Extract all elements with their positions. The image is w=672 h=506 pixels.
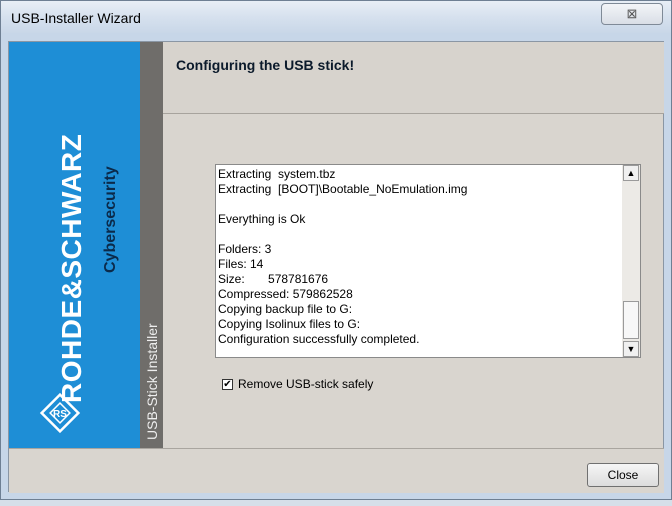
log-line: Everything is Ok (218, 212, 306, 226)
scroll-thumb[interactable] (623, 301, 639, 339)
wizard-header: Configuring the USB stick! (163, 42, 664, 114)
log-scrollbar[interactable]: ▲ ▼ (622, 165, 640, 357)
scroll-down-button[interactable]: ▼ (623, 341, 639, 357)
log-line: Copying backup file to G: (218, 302, 353, 316)
log-line: Extracting [BOOT]\Bootable_NoEmulation.i… (218, 182, 468, 196)
close-button-label: Close (607, 468, 639, 482)
arrow-down-icon: ▼ (626, 344, 636, 354)
strip-label: USB-Stick Installer (144, 323, 160, 440)
window-close-button[interactable]: ⊠ (601, 3, 663, 25)
page-title: Configuring the USB stick! (176, 57, 355, 73)
wizard-footer: Close (9, 448, 664, 493)
log-line: Extracting system.tbz (218, 167, 336, 181)
remove-usb-checkbox[interactable]: ✔ (222, 379, 233, 390)
close-icon: ⊠ (626, 6, 638, 21)
rs-logo-icon: RS (39, 392, 81, 434)
title-bar[interactable]: USB-Installer Wizard ⊠ (1, 1, 671, 33)
log-line: Copying Isolinux files to G: (218, 317, 361, 331)
close-button[interactable]: Close (587, 463, 659, 487)
installer-window: USB-Installer Wizard ⊠ ROHDE&SCHWARZ Cyb… (0, 0, 672, 500)
arrow-up-icon: ▲ (626, 168, 636, 178)
log-lines: Extracting system.tbz Extracting [BOOT]\… (218, 167, 618, 357)
log-line: Files: 14 (218, 257, 264, 271)
brand-panel: ROHDE&SCHWARZ Cybersecurity RS (9, 42, 140, 448)
log-line: Size: 578781676 (218, 272, 329, 286)
scroll-up-button[interactable]: ▲ (623, 165, 639, 181)
checkmark-icon: ✔ (223, 379, 232, 390)
window-title: USB-Installer Wizard (11, 10, 141, 26)
rs-logo-text: RS (53, 409, 67, 420)
remove-usb-label[interactable]: Remove USB-stick safely (238, 377, 373, 391)
log-line: Folders: 3 (218, 242, 272, 256)
output-log[interactable]: Extracting system.tbz Extracting [BOOT]\… (215, 164, 641, 358)
brand-name: ROHDE&SCHWARZ (56, 133, 87, 403)
log-line: Configuration successfully completed. (218, 332, 420, 346)
log-line: Compressed: 579862528 (218, 287, 353, 301)
wizard-client-area: ROHDE&SCHWARZ Cybersecurity RS USB-Stick… (8, 41, 664, 493)
installer-side-strip: USB-Stick Installer (140, 42, 163, 448)
brand-subtitle: Cybersecurity (102, 166, 119, 273)
